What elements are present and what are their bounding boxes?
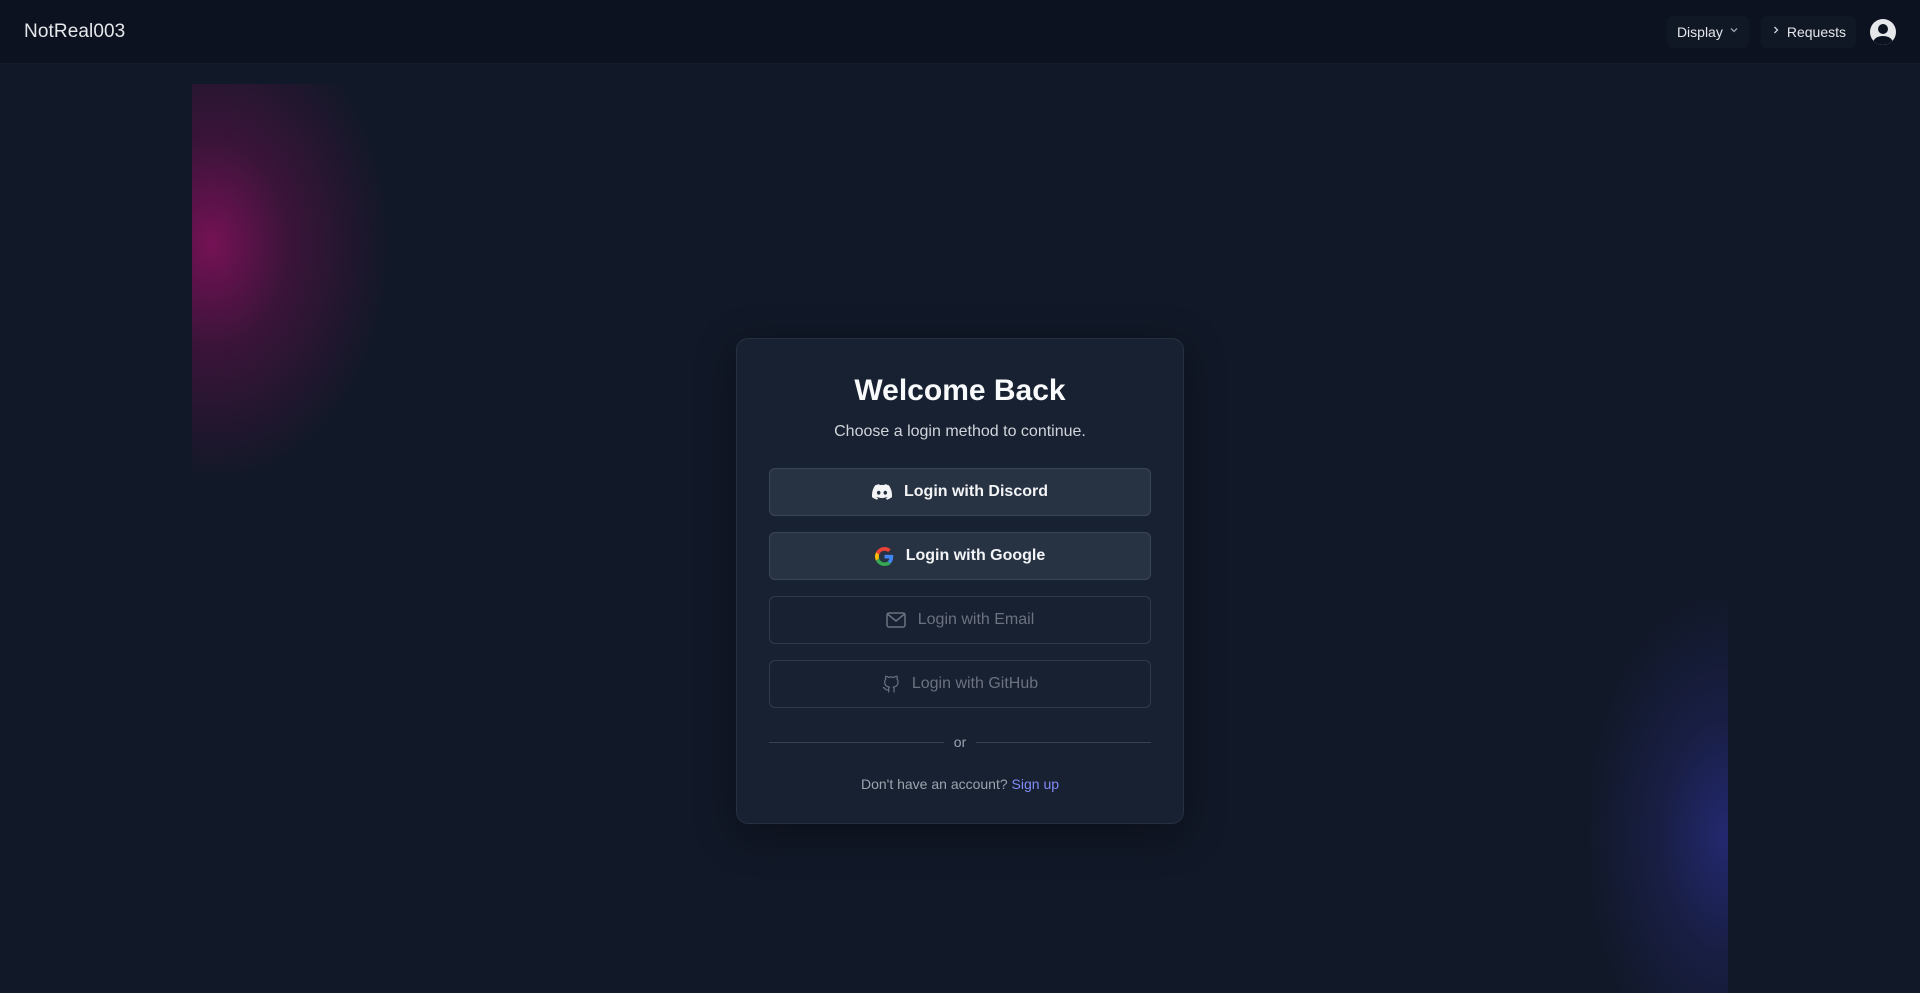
divider-line-left [769,741,944,743]
top-navbar: NotReal003 Display Requests [0,0,1920,64]
brand-logo[interactable]: NotReal003 [24,21,125,43]
display-label: Display [1676,23,1723,40]
signup-prompt: Don't have an account? Sign up [769,776,1151,792]
or-divider: or [769,734,1152,750]
login-card: Welcome Back Choose a login method to co… [736,338,1184,824]
requests-label: Requests [1786,23,1846,40]
display-dropdown[interactable]: Display [1666,15,1749,48]
login-email-button[interactable]: Login with Email [769,596,1151,644]
login-email-label: Login with Email [917,611,1035,628]
requests-button[interactable]: Requests [1760,15,1856,48]
discord-icon [872,484,892,500]
mail-icon [886,612,906,628]
chevron-down-icon [1729,25,1739,38]
signup-link[interactable]: Sign up [1012,776,1059,792]
login-github-button[interactable]: Login with GitHub [769,660,1151,708]
login-discord-label: Login with Discord [904,483,1048,500]
login-title: Welcome Back [854,374,1066,407]
nav-right: Display Requests [1666,15,1896,48]
decorative-glow-indigo [1590,600,1728,993]
decorative-glow-magenta [192,84,392,484]
login-google-button[interactable]: Login with Google [769,532,1151,580]
login-github-label: Login with GitHub [911,675,1039,692]
login-discord-button[interactable]: Login with Discord [769,468,1151,516]
google-icon [874,546,894,566]
login-subtitle: Choose a login method to continue. [834,423,1086,440]
user-avatar-icon[interactable] [1870,18,1896,45]
github-icon [882,675,900,694]
divider-line-right [976,741,1152,743]
login-google-label: Login with Google [905,547,1046,564]
divider-text: or [953,734,967,750]
chevron-right-icon [1771,25,1781,38]
signup-prompt-text: Don't have an account? [860,776,1008,792]
